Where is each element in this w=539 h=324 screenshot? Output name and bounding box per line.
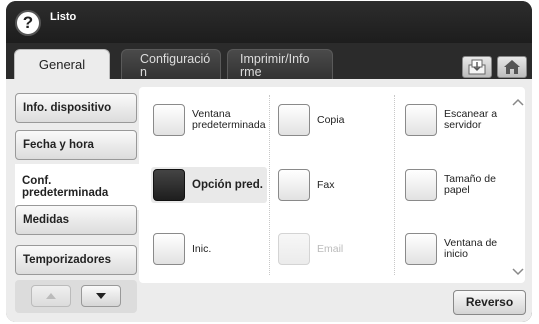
option-inic[interactable]: Inic. [153,233,211,265]
sidebar-item-fecha-hora[interactable]: Fecha y hora [15,130,137,160]
option-copia[interactable]: Copia [278,104,344,136]
status-bar: ? Listo [6,1,532,43]
option-button [278,233,310,265]
tab-label: Configuració n [140,52,211,79]
triangle-up-icon [46,293,56,299]
option-label: Inic. [192,242,212,255]
option-button[interactable] [153,104,185,136]
tab-configuracion[interactable]: Configuració n [121,49,221,79]
option-ventana-predeterminada[interactable]: Ventana predeterminada [153,104,266,136]
sidebar-item-temporizadores[interactable]: Temporizadores [15,245,137,275]
option-label: Copia [317,113,345,126]
home-button[interactable] [497,56,527,78]
option-opcion-pred[interactable]: Opción pred. [151,167,267,203]
sidebar-pager [15,280,137,313]
option-tamano-papel[interactable]: Tamaño de papel [405,169,496,201]
option-button[interactable] [405,233,437,265]
options-panel: Ventana predeterminada Copia Escanear a … [139,87,525,283]
column-divider [269,95,270,275]
sidebar-item-info-dispositivo[interactable]: Info. dispositivo [15,93,137,123]
sidebar-item-label: Medidas [23,214,70,226]
settings-body: Info. dispositivo Fecha y hora Conf. pre… [6,79,532,322]
sidebar-item-conf-predeterminada[interactable]: Conf. predeterminada [15,164,139,210]
sidebar-item-label: Fecha y hora [23,139,94,151]
option-button[interactable] [278,169,310,201]
option-button[interactable] [153,233,185,265]
option-email: Email [278,233,343,265]
job-status-button[interactable] [462,56,492,78]
option-escanear-servidor[interactable]: Escanear a servidor [405,104,497,136]
sidebar: Info. dispositivo Fecha y hora Conf. pre… [6,79,139,322]
reverse-button[interactable]: Reverso [453,290,526,315]
scroll-down-button[interactable] [511,265,525,279]
option-label: Email [317,242,344,255]
sidebar-item-label: Info. dispositivo [23,102,112,114]
option-fax[interactable]: Fax [278,169,335,201]
chevron-down-icon [512,268,524,276]
tab-general[interactable]: General [14,49,110,80]
option-button[interactable] [278,104,310,136]
option-label: Ventana predeterminada [192,108,266,131]
tab-imprimir-informe[interactable]: Imprimir/Info rme [227,49,333,79]
sidebar-item-medidas[interactable]: Medidas [15,205,137,235]
chevron-up-icon [512,98,524,106]
job-status-icon [468,59,486,75]
sidebar-item-label: Conf. predeterminada [22,175,109,199]
triangle-down-icon [96,293,106,299]
help-icon[interactable]: ? [15,10,41,36]
column-divider [394,95,395,275]
status-text: Listo [50,11,77,23]
device-screen: ? Listo General Configuració n Imprimir/… [6,1,532,322]
tab-label: Imprimir/Info rme [240,52,310,79]
tab-strip: General Configuració n Imprimir/Info rme [6,43,532,80]
option-button[interactable] [153,169,185,201]
scroll-up-button[interactable] [511,95,525,109]
tab-label: General [38,57,86,72]
sidebar-up-button[interactable] [31,285,71,307]
option-label: Escanear a servidor [444,108,498,131]
home-icon [504,60,520,74]
option-label: Tamaño de papel [444,173,496,196]
sidebar-down-button[interactable] [81,285,121,307]
option-label: Opción pred. [192,178,263,191]
option-button[interactable] [405,104,437,136]
option-ventana-inicio[interactable]: Ventana de inicio [405,233,497,265]
option-label: Ventana de inicio [444,237,498,260]
option-button[interactable] [405,169,437,201]
option-label: Fax [317,178,335,191]
sidebar-item-label: Temporizadores [23,254,111,266]
